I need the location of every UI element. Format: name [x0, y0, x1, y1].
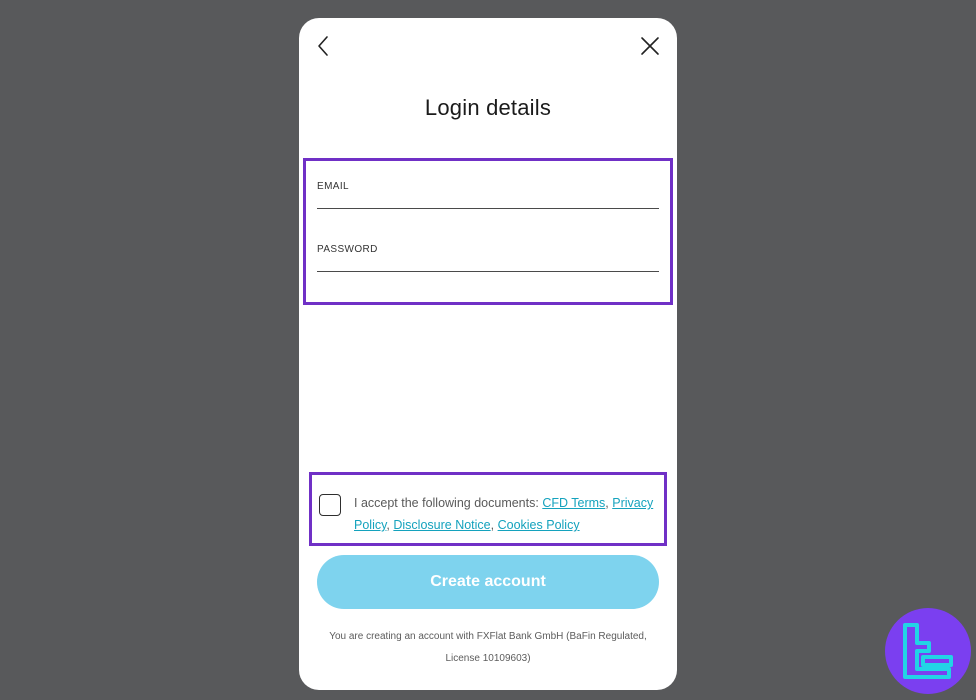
password-field[interactable]: PASSWORD: [317, 231, 659, 272]
create-account-button[interactable]: Create account: [317, 555, 659, 609]
password-input[interactable]: [317, 251, 659, 269]
page-title: Login details: [424, 95, 552, 120]
back-button[interactable]: [310, 33, 336, 59]
consent-text: I accept the following documents: CFD Te…: [354, 492, 664, 536]
disclosure-notice-link[interactable]: Disclosure Notice: [393, 518, 490, 532]
tradingfinder-logo-icon: [885, 608, 971, 694]
accept-documents-checkbox[interactable]: [319, 494, 341, 516]
cfd-terms-link[interactable]: CFD Terms: [542, 496, 605, 510]
email-field[interactable]: EMAIL: [317, 168, 659, 209]
consent-intro: I accept the following documents:: [354, 496, 543, 510]
email-input[interactable]: [317, 188, 659, 206]
chevron-left-icon: [318, 36, 328, 56]
close-icon: [641, 37, 659, 55]
logo-glyph: [903, 623, 953, 679]
footer-disclaimer: You are creating an account with FXFlat …: [329, 631, 647, 664]
cookies-policy-link[interactable]: Cookies Policy: [498, 518, 580, 532]
consent-separator: ,: [490, 518, 498, 532]
login-details-modal: Login details EMAIL PASSWORD I accept th…: [299, 18, 677, 690]
close-button[interactable]: [637, 33, 663, 59]
